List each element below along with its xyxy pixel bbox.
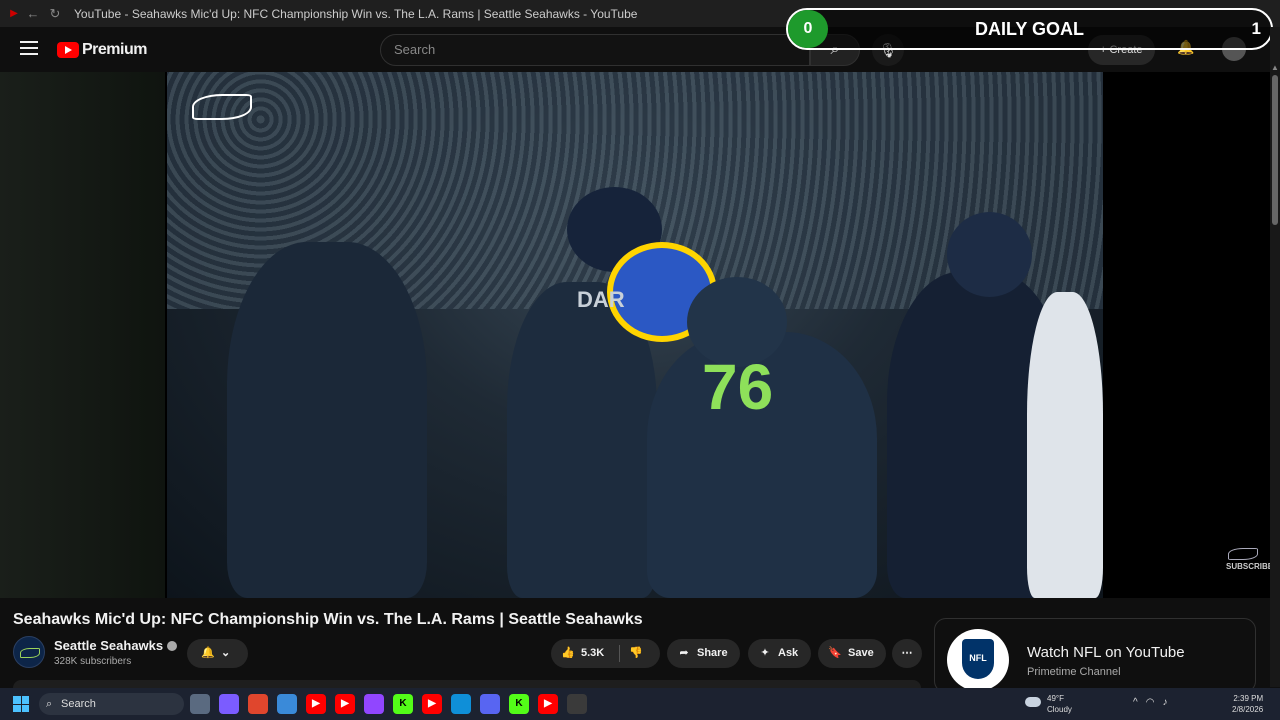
- obs-icon[interactable]: [567, 694, 587, 714]
- share-label: Share: [697, 647, 728, 659]
- seahawks-logo-icon: [192, 94, 252, 120]
- twitch-icon[interactable]: [364, 694, 384, 714]
- channel-name[interactable]: Seattle Seahawks: [54, 638, 178, 653]
- weather-desc: Cloudy: [1047, 705, 1072, 714]
- jersey-number: 76: [702, 351, 774, 423]
- bell-icon: 🔔: [201, 647, 215, 659]
- like-count: 5.3K: [581, 647, 605, 659]
- system-tray[interactable]: ^◠♪: [1133, 697, 1175, 708]
- menu-icon[interactable]: [20, 41, 38, 55]
- youtube-logo[interactable]: Premium: [57, 41, 147, 59]
- youtube-play-icon: [57, 42, 79, 58]
- thumbs-up-icon: 👍: [561, 647, 575, 659]
- channel-avatar[interactable]: [13, 636, 45, 668]
- daily-goal-label: DAILY GOAL: [974, 19, 1085, 39]
- ask-button[interactable]: ✦ Ask: [748, 639, 811, 668]
- clock-date: 2/8/2026: [1232, 705, 1264, 714]
- divider: [619, 645, 620, 662]
- youtube-icon[interactable]: ▶: [538, 694, 558, 714]
- chevron-down-icon: ⌄: [221, 647, 231, 659]
- windows-start-icon[interactable]: [13, 696, 29, 712]
- youtube-music-icon[interactable]: ▶: [422, 694, 442, 714]
- taskbar-clock[interactable]: 2:39 PM 2/8/2026: [1232, 693, 1263, 715]
- player-figure: [227, 242, 427, 598]
- daily-goal-overlay: 0 DAILY GOAL 1: [786, 8, 1273, 50]
- bookmark-icon: 🔖: [828, 647, 842, 659]
- weather-widget[interactable]: 49°F Cloudy: [1025, 693, 1072, 715]
- jersey-name: DAR: [577, 287, 625, 312]
- logo-text: Premium: [82, 41, 147, 58]
- taskbar-search[interactable]: ⌕ Search: [39, 693, 184, 715]
- windows-taskbar: ⌕ Search ▶ ▶ K ▶ K ▶ 49°F Cloudy ^◠♪ 2:39 PM 2…: [0, 688, 1280, 720]
- dislike-button[interactable]: 👎: [627, 639, 649, 668]
- daily-goal-target: 1: [1251, 19, 1261, 38]
- subscribe-watermark-text: SUBSCRIBE: [1226, 562, 1274, 571]
- youtube-icon[interactable]: ▶: [335, 694, 355, 714]
- subscribed-notifications-button[interactable]: 🔔 ⌄: [187, 639, 248, 668]
- verified-icon: [167, 641, 178, 651]
- speaker-icon: ♪: [1162, 697, 1176, 708]
- helmet: [947, 212, 1032, 297]
- nfl-channel-card[interactable]: NFL Watch NFL on YouTube Primetime Chann…: [934, 618, 1256, 693]
- thumbs-down-icon: 👎: [629, 647, 643, 659]
- subscriber-count: 328K subscribers: [54, 656, 132, 667]
- cloud-icon: [1025, 697, 1041, 707]
- reload-icon[interactable]: ↻: [44, 6, 66, 22]
- discord-icon[interactable]: [480, 694, 500, 714]
- save-button[interactable]: 🔖 Save: [818, 639, 886, 668]
- page-scrollbar[interactable]: ▲: [1270, 27, 1280, 687]
- card-title: Watch NFL on YouTube: [1027, 644, 1185, 661]
- scrollbar-thumb[interactable]: [1272, 75, 1278, 225]
- kick-icon[interactable]: K: [509, 694, 529, 714]
- clock-time: 2:39 PM: [1233, 694, 1264, 703]
- like-button[interactable]: 👍 5.3K: [559, 647, 604, 659]
- share-button[interactable]: ➦ Share: [667, 639, 740, 668]
- more-actions-button[interactable]: ⋯: [892, 639, 922, 668]
- edge-icon[interactable]: [451, 694, 471, 714]
- chevron-up-icon: ^: [1133, 697, 1146, 708]
- weather-temp: 49°F: [1047, 694, 1064, 703]
- sparkle-icon: ✦: [760, 647, 770, 659]
- share-icon: ➦: [679, 647, 689, 659]
- description-box-edge[interactable]: [13, 680, 921, 688]
- store-icon[interactable]: [277, 694, 297, 714]
- scroll-up-icon[interactable]: ▲: [1271, 63, 1279, 72]
- youtube-icon[interactable]: ▶: [306, 694, 326, 714]
- seahawks-logo-icon: [1228, 548, 1258, 560]
- youtube-favicon-icon: ▶: [10, 8, 18, 19]
- file-explorer-icon[interactable]: [190, 694, 210, 714]
- app-red-diamond-icon[interactable]: [248, 694, 268, 714]
- kick-icon[interactable]: K: [393, 694, 413, 714]
- copilot-icon[interactable]: [219, 694, 239, 714]
- more-icon: ⋯: [901, 647, 913, 659]
- search-icon: ⌕: [46, 698, 53, 710]
- taskbar-apps: ▶ ▶ K ▶ K ▶: [190, 694, 596, 714]
- video-title: Seahawks Mic'd Up: NFC Championship Win …: [13, 611, 643, 628]
- search-input[interactable]: Search: [380, 34, 810, 66]
- player-figure: [1027, 292, 1103, 598]
- window-title: YouTube - Seahawks Mic'd Up: NFC Champio…: [74, 6, 638, 21]
- back-arrow-icon[interactable]: ←: [22, 6, 44, 21]
- like-dislike-group: 👍 5.3K 👎: [551, 639, 660, 668]
- save-label: Save: [848, 647, 874, 659]
- video-player[interactable]: DAR 76: [167, 72, 1103, 598]
- card-subtitle: Primetime Channel: [1027, 666, 1121, 678]
- ask-label: Ask: [778, 647, 799, 659]
- nfl-logo-icon: NFL: [947, 629, 1009, 691]
- subscribe-watermark[interactable]: SUBSCRIBE: [1226, 548, 1273, 571]
- wifi-icon: ◠: [1145, 697, 1163, 708]
